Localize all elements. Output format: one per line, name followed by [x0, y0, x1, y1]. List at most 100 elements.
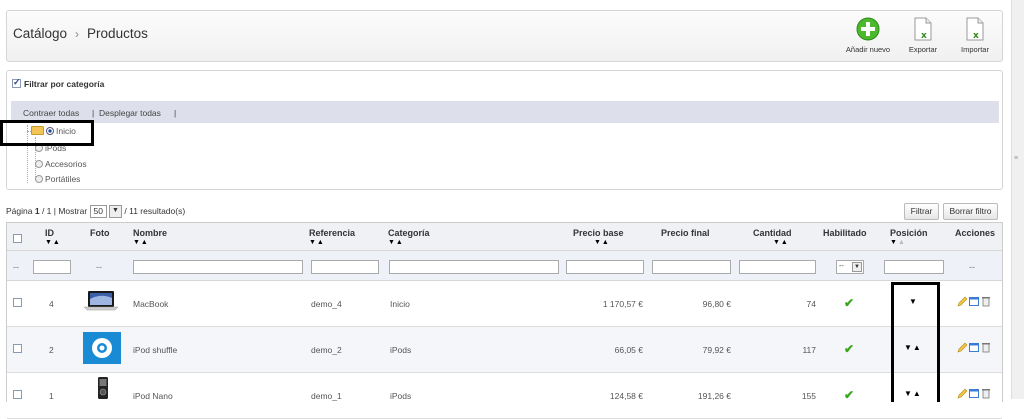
filter-button[interactable]: Filtrar — [904, 203, 939, 220]
cell-base-price: 1 170,57 € — [602, 299, 643, 309]
import-button[interactable]: x Importar — [948, 15, 1002, 54]
check-icon[interactable]: ✔ — [844, 388, 854, 402]
products-table: ID ▼▲ Foto Nombre ▼▲ Referencia ▼▲ Categorí… — [6, 222, 1003, 419]
table-row[interactable]: 1 iPod Nano demo_1 iPods 124,58 € 191,26… — [7, 373, 1002, 419]
cell-name[interactable]: MacBook — [133, 299, 168, 309]
row-checkbox[interactable] — [13, 390, 22, 399]
tree-item-accesorios[interactable]: Accesorios — [35, 159, 87, 169]
cell-final-price: 96,80 € — [702, 299, 731, 309]
page-prefix: Página — [6, 205, 33, 216]
svg-text:x: x — [973, 31, 979, 41]
category-tree-toolbar: Contraer todas | Desplegar todas | — [11, 101, 999, 123]
col-label: Referencia — [309, 228, 356, 238]
sort-arrows-icon[interactable]: ▼▲ — [388, 239, 430, 246]
check-icon[interactable]: ✔ — [844, 342, 854, 356]
duplicate-icon[interactable] — [969, 296, 979, 307]
table-header: ID ▼▲ Foto Nombre ▼▲ Referencia ▼▲ Categorí… — [7, 223, 1002, 251]
col-position[interactable]: Posición ▼▲ — [890, 228, 928, 246]
pagination-bar: Página 1 / 1 | Mostrar 50 ▼ / 11 resultad… — [6, 205, 185, 218]
clear-filter-button[interactable]: Borrar filtro — [943, 203, 998, 220]
scrollbar-grip-icon[interactable]: ≡ — [1014, 155, 1021, 164]
export-label: Exportar — [908, 45, 938, 54]
chevron-down-icon[interactable]: ▼ — [852, 262, 862, 272]
category-filter-input[interactable] — [389, 260, 559, 274]
duplicate-icon[interactable] — [969, 342, 979, 353]
col-label: Categoría — [388, 228, 430, 238]
quantity-filter-input[interactable] — [739, 260, 816, 274]
enabled-filter-select[interactable]: -- ▼ — [836, 260, 864, 274]
edit-icon[interactable] — [957, 296, 968, 307]
radio-portatiles[interactable] — [35, 175, 43, 183]
select-all-checkbox[interactable] — [13, 234, 22, 243]
export-button[interactable]: x Exportar — [896, 15, 950, 54]
sort-arrows-icon[interactable]: ▼▲ — [133, 239, 167, 246]
product-thumbnail — [98, 377, 108, 399]
table-row[interactable]: 4 MacBook demo_4 Inicio 1 170,57 € 96,80… — [7, 281, 1002, 327]
row-checkbox[interactable] — [13, 344, 22, 353]
filter-by-category-toggle[interactable]: Filtrar por categoría — [12, 77, 104, 89]
delete-icon[interactable] — [981, 342, 991, 353]
chevron-down-icon[interactable]: ▼ — [109, 205, 123, 218]
col-name[interactable]: Nombre ▼▲ — [133, 228, 167, 246]
cell-id: 4 — [49, 299, 54, 309]
cell-name[interactable]: iPod shuffle — [133, 345, 177, 355]
cell-category: Inicio — [390, 299, 410, 309]
filter-checkbox[interactable] — [12, 77, 21, 88]
col-label: Posición — [890, 228, 928, 238]
filter-dash: -- — [969, 262, 975, 272]
add-new-button[interactable]: Añadir nuevo — [841, 15, 895, 54]
sort-arrows-icon[interactable]: ▼▲ — [594, 239, 624, 246]
highlight-box-inicio — [0, 120, 94, 146]
breadcrumb-current: Productos — [87, 26, 148, 41]
delete-icon[interactable] — [981, 296, 991, 307]
radio-accesorios[interactable] — [35, 160, 43, 168]
cell-base-price: 66,05 € — [614, 345, 643, 355]
tree-item-portatiles[interactable]: Portátiles — [35, 174, 80, 184]
window-scrollbar[interactable] — [1011, 0, 1024, 399]
product-thumbnail — [83, 291, 119, 311]
cell-reference: demo_2 — [311, 345, 342, 355]
reference-filter-input[interactable] — [311, 260, 379, 274]
check-icon[interactable]: ✔ — [844, 296, 854, 310]
col-label: ID — [45, 228, 54, 238]
id-filter-input[interactable] — [33, 260, 71, 274]
tree-label: Accesorios — [45, 159, 87, 169]
col-category[interactable]: Categoría ▼▲ — [388, 228, 430, 246]
col-enabled: Habilitado — [823, 228, 867, 238]
edit-icon[interactable] — [957, 388, 968, 399]
expand-all-link[interactable]: Desplegar todas — [99, 108, 161, 118]
per-page-select[interactable]: 50 — [89, 205, 108, 218]
page-current: 1 — [34, 205, 40, 216]
sort-arrows-icon[interactable]: ▼▲ — [309, 239, 355, 246]
col-label: Cantidad — [753, 228, 792, 238]
row-checkbox[interactable] — [13, 298, 22, 307]
duplicate-icon[interactable] — [969, 388, 979, 399]
page-total: / 1 — [41, 205, 52, 216]
page-header: Catálogo › Productos Añadir nuevo x Export… — [6, 10, 1003, 62]
cell-final-price: 191,26 € — [697, 391, 731, 401]
edit-icon[interactable] — [957, 342, 968, 353]
col-quantity[interactable]: Cantidad ▼▲ — [753, 228, 792, 246]
cell-reference: demo_4 — [311, 299, 342, 309]
cell-quantity: 74 — [806, 299, 816, 309]
highlight-box-position — [891, 282, 940, 402]
position-filter-input[interactable] — [884, 260, 944, 274]
enabled-filter-value: -- — [839, 263, 844, 270]
base-price-filter-input[interactable] — [566, 260, 644, 274]
col-base-price[interactable]: Precio base ▼▲ — [573, 228, 624, 246]
col-reference[interactable]: Referencia ▼▲ — [309, 228, 355, 246]
sort-arrows-icon[interactable]: ▼▲ — [45, 239, 61, 246]
name-filter-input[interactable] — [133, 260, 303, 274]
sort-arrows-icon[interactable]: ▼▲ — [890, 239, 928, 246]
col-id[interactable]: ID ▼▲ — [45, 228, 61, 246]
sort-arrows-icon[interactable]: ▼▲ — [773, 239, 792, 246]
cell-name[interactable]: iPod Nano — [133, 391, 173, 401]
breadcrumb-parent[interactable]: Catálogo — [13, 26, 67, 41]
table-row[interactable]: 2 iPod shuffle demo_2 iPods 66,05 € 79,9… — [7, 327, 1002, 373]
cell-base-price: 124,58 € — [609, 391, 643, 401]
collapse-all-link[interactable]: Contraer todas — [23, 108, 79, 118]
final-price-filter-input[interactable] — [652, 260, 731, 274]
filter-dash: -- — [13, 262, 19, 272]
row-actions — [957, 296, 997, 308]
delete-icon[interactable] — [981, 388, 991, 399]
